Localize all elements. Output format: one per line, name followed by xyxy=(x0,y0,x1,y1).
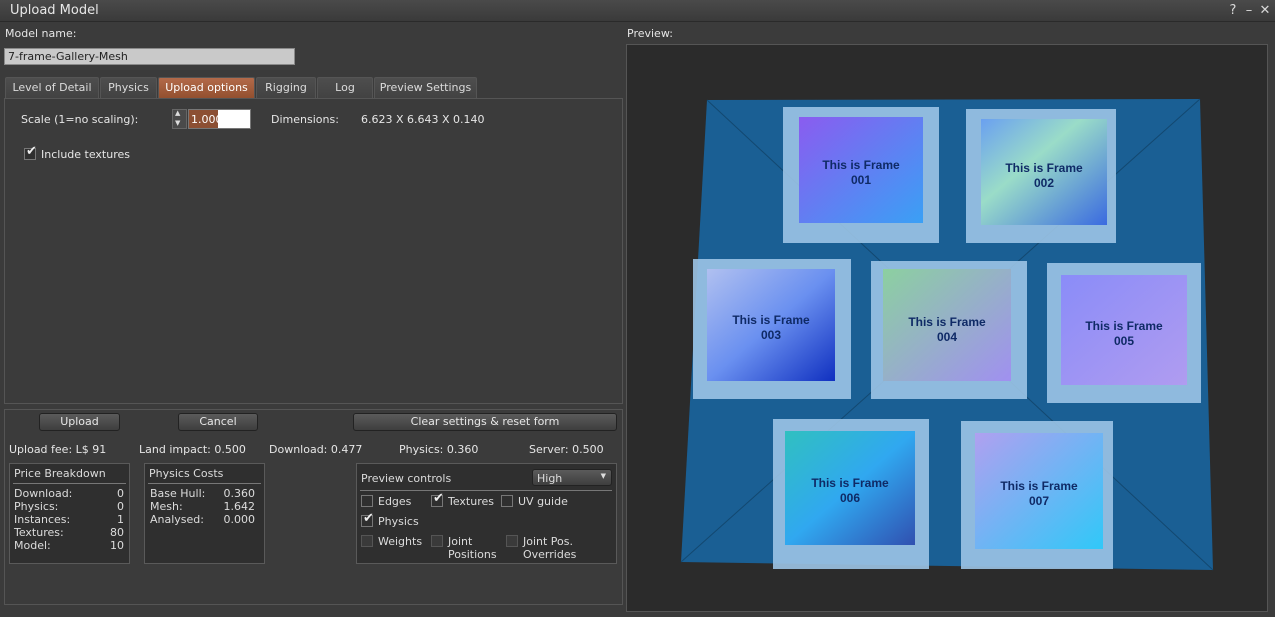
price-row: Textures: 80 xyxy=(14,526,124,539)
physics-label: Physics xyxy=(378,515,419,528)
joint-positions-label-1: Joint xyxy=(448,535,473,548)
physics-row: Mesh: 1.642 xyxy=(150,500,255,513)
joint-positions-label-2: Positions xyxy=(448,548,497,561)
cancel-button[interactable]: Cancel xyxy=(178,413,258,431)
preview-controls-box: Preview controls High ▼ Edges ✔ Textures… xyxy=(356,463,617,564)
checkmark-icon: ✔ xyxy=(433,491,444,506)
price-row: Model: 10 xyxy=(14,539,124,552)
close-icon[interactable]: ✕ xyxy=(1258,3,1272,18)
edges-label: Edges xyxy=(378,495,412,508)
tab-level-of-detail[interactable]: Level of Detail xyxy=(5,77,99,98)
weights-checkbox[interactable] xyxy=(361,535,373,547)
title-bar[interactable]: Upload Model ? – ✕ xyxy=(0,0,1275,22)
price-row: Physics: 0 xyxy=(14,500,124,513)
physics-row: Base Hull: 0.360 xyxy=(150,487,255,500)
tab-preview-settings[interactable]: Preview Settings xyxy=(374,77,477,98)
frame-label-001: This is Frame 001 xyxy=(822,158,900,187)
model-preview-viewport[interactable]: This is Frame 001 This is Frame 002 This i… xyxy=(626,44,1268,612)
dimensions-value: 6.623 X 6.643 X 0.140 xyxy=(361,113,485,126)
price-breakdown-title: Price Breakdown xyxy=(14,467,106,480)
upload-options-panel xyxy=(4,98,623,404)
frame-label-004: This is Frame 004 xyxy=(908,315,986,344)
scale-input[interactable]: 1.000 xyxy=(188,109,251,129)
tab-physics[interactable]: Physics xyxy=(100,77,157,98)
joint-positions-checkbox[interactable] xyxy=(431,535,443,547)
include-textures-checkbox[interactable]: ✔ xyxy=(24,144,37,160)
preview-label: Preview: xyxy=(627,27,673,40)
window-title: Upload Model xyxy=(10,3,99,18)
tab-upload-options[interactable]: Upload options xyxy=(158,77,255,98)
chevron-down-icon[interactable]: ▼ xyxy=(175,119,180,127)
scale-spinner[interactable]: ▲ ▼ xyxy=(172,109,187,129)
checkmark-icon: ✔ xyxy=(26,144,37,159)
textures-label: Textures xyxy=(448,495,494,508)
uv-guide-label: UV guide xyxy=(518,495,568,508)
joint-overrides-label-2: Overrides xyxy=(523,548,577,561)
model-name-input[interactable]: 7-frame-Gallery-Mesh xyxy=(4,48,295,65)
scale-label: Scale (1=no scaling): xyxy=(21,113,139,126)
uv-guide-checkbox[interactable] xyxy=(501,495,513,507)
joint-overrides-checkbox[interactable] xyxy=(506,535,518,547)
server-cost: Server: 0.500 xyxy=(529,443,604,456)
upload-fee: Upload fee: L$ 91 xyxy=(9,443,107,456)
physics-cost: Physics: 0.360 xyxy=(399,443,479,456)
frame-label-006: This is Frame 006 xyxy=(811,476,889,505)
price-row: Download: 0 xyxy=(14,487,124,500)
physics-costs-title: Physics Costs xyxy=(149,467,224,480)
chevron-up-icon[interactable]: ▲ xyxy=(175,109,180,117)
model-name-label: Model name: xyxy=(5,27,77,40)
dimensions-label: Dimensions: xyxy=(271,113,339,126)
scale-value: 1.000 xyxy=(191,113,223,126)
weights-label: Weights xyxy=(378,535,423,548)
download-cost: Download: 0.477 xyxy=(269,443,363,456)
minimize-icon[interactable]: – xyxy=(1242,3,1256,18)
quality-value: High xyxy=(537,472,563,485)
upload-button[interactable]: Upload xyxy=(39,413,120,431)
tab-log[interactable]: Log xyxy=(317,77,373,98)
help-icon[interactable]: ? xyxy=(1226,3,1240,18)
physics-row: Analysed: 0.000 xyxy=(150,513,255,526)
chevron-down-icon: ▼ xyxy=(600,472,606,480)
joint-overrides-label-1: Joint Pos. xyxy=(523,535,574,548)
frame-label-003: This is Frame 003 xyxy=(732,313,810,342)
textures-checkbox[interactable]: ✔ xyxy=(431,491,444,507)
clear-settings-button[interactable]: Clear settings & reset form xyxy=(353,413,617,431)
checkmark-icon: ✔ xyxy=(363,511,374,526)
frame-label-007: This is Frame 007 xyxy=(1000,479,1078,508)
tab-rigging[interactable]: Rigging xyxy=(256,77,316,98)
price-row: Instances: 1 xyxy=(14,513,124,526)
price-breakdown-box: Price Breakdown Download: 0 Physics: 0 Ins… xyxy=(9,463,130,564)
frame-label-005: This is Frame 005 xyxy=(1085,319,1163,348)
edges-checkbox[interactable] xyxy=(361,495,373,507)
quality-dropdown[interactable]: High ▼ xyxy=(532,469,612,486)
land-impact: Land impact: 0.500 xyxy=(139,443,246,456)
preview-controls-title: Preview controls xyxy=(361,472,452,485)
include-textures-label: Include textures xyxy=(41,148,130,161)
frame-label-002: This is Frame 002 xyxy=(1005,161,1083,190)
physics-costs-box: Physics Costs Base Hull: 0.360 Mesh: 1.642… xyxy=(144,463,265,564)
physics-checkbox[interactable]: ✔ xyxy=(361,511,374,527)
